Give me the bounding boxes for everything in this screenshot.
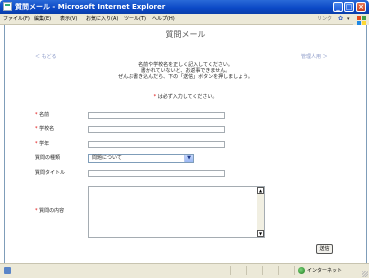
name-input[interactable]: [88, 112, 225, 119]
subject-label: 質問タイトル: [35, 170, 66, 176]
resize-grip-icon[interactable]: [362, 271, 368, 277]
maximize-button[interactable]: □: [344, 2, 354, 12]
menu-help[interactable]: ヘルプ(H): [152, 14, 175, 24]
required-mark: *: [35, 126, 38, 132]
page-title: 質問メール: [165, 30, 206, 39]
name-label-text: 名前: [39, 112, 50, 118]
school-label-text: 学校名: [39, 126, 55, 132]
windows-logo-icon: [353, 14, 369, 25]
grade-input[interactable]: [88, 141, 225, 148]
question-type-label: 質問の種類: [35, 155, 61, 161]
ie-icon: [3, 2, 12, 11]
required-note-text: は必ず入力してください。: [157, 94, 218, 100]
zone-label: インターネット: [307, 268, 343, 274]
chevron-down-icon[interactable]: ▼: [184, 155, 193, 162]
menu-file[interactable]: ファイル(F): [3, 14, 30, 24]
status-divider: [230, 266, 231, 275]
required-mark: *: [35, 112, 38, 118]
name-label: * 名前: [35, 112, 49, 119]
subject-input[interactable]: [88, 170, 225, 177]
question-type-value: 問題について: [92, 155, 122, 161]
admin-link[interactable]: 管理人用 ＞: [301, 53, 328, 60]
status-divider: [262, 266, 263, 275]
required-note: * は必ず入力してください。: [5, 94, 366, 101]
grade-label-text: 学年: [39, 141, 50, 147]
menu-bar: ファイル(F) 編集(E) 表示(V) お気に入り(A) ツール(T) ヘルプ(…: [0, 14, 369, 25]
menu-favorites[interactable]: お気に入り(A): [86, 14, 118, 24]
chevron-down-icon[interactable]: ▾: [347, 15, 350, 23]
window-title: 質問メール - Microsoft Internet Explorer: [15, 3, 166, 11]
content-textarea[interactable]: ▲ ▼: [88, 186, 265, 238]
page-icon: [4, 267, 11, 274]
scroll-down-icon[interactable]: ▼: [257, 230, 264, 237]
msn-icon[interactable]: ✿: [338, 16, 346, 22]
content-label-text: 質問の内容: [39, 208, 65, 214]
status-bar: インターネット: [0, 263, 369, 278]
menu-view[interactable]: 表示(V): [60, 14, 77, 24]
school-label: * 学校名: [35, 126, 54, 133]
intro-line: ぜんぶ書き込んだら、下の「送信」ボタンを押しましょう。: [118, 74, 253, 80]
school-input[interactable]: [88, 126, 225, 133]
question-type-select[interactable]: 問題について ▼: [88, 154, 194, 163]
required-mark: *: [35, 208, 38, 214]
close-button[interactable]: ×: [356, 2, 366, 12]
submit-button[interactable]: 送信: [316, 244, 333, 254]
globe-icon: [298, 267, 305, 274]
content-label: * 質問の内容: [35, 208, 64, 215]
menu-tools[interactable]: ツール(T): [124, 14, 146, 24]
browser-window: 質問メール - Microsoft Internet Explorer _ □ …: [0, 0, 369, 278]
page-content: 質問メール ＜ もどる 管理人用 ＞ 名前や学校名を正しく記入してください。 書…: [4, 25, 367, 263]
links-label[interactable]: リンク: [317, 14, 332, 24]
required-mark: *: [153, 94, 157, 100]
required-mark: *: [35, 141, 38, 147]
intro-text: 名前や学校名を正しく記入してください。 書かれていないと、お返事できません。 ぜ…: [5, 62, 366, 80]
status-divider: [294, 266, 295, 275]
minimize-button[interactable]: _: [333, 2, 343, 12]
status-divider: [246, 266, 247, 275]
textarea-scrollbar[interactable]: ▲ ▼: [257, 187, 264, 237]
back-link[interactable]: ＜ もどる: [35, 53, 57, 60]
menu-edit[interactable]: 編集(E): [34, 14, 51, 24]
title-bar: 質問メール - Microsoft Internet Explorer _ □ …: [0, 0, 369, 14]
grade-label: * 学年: [35, 141, 49, 148]
status-divider: [278, 266, 279, 275]
scroll-up-icon[interactable]: ▲: [257, 187, 264, 194]
